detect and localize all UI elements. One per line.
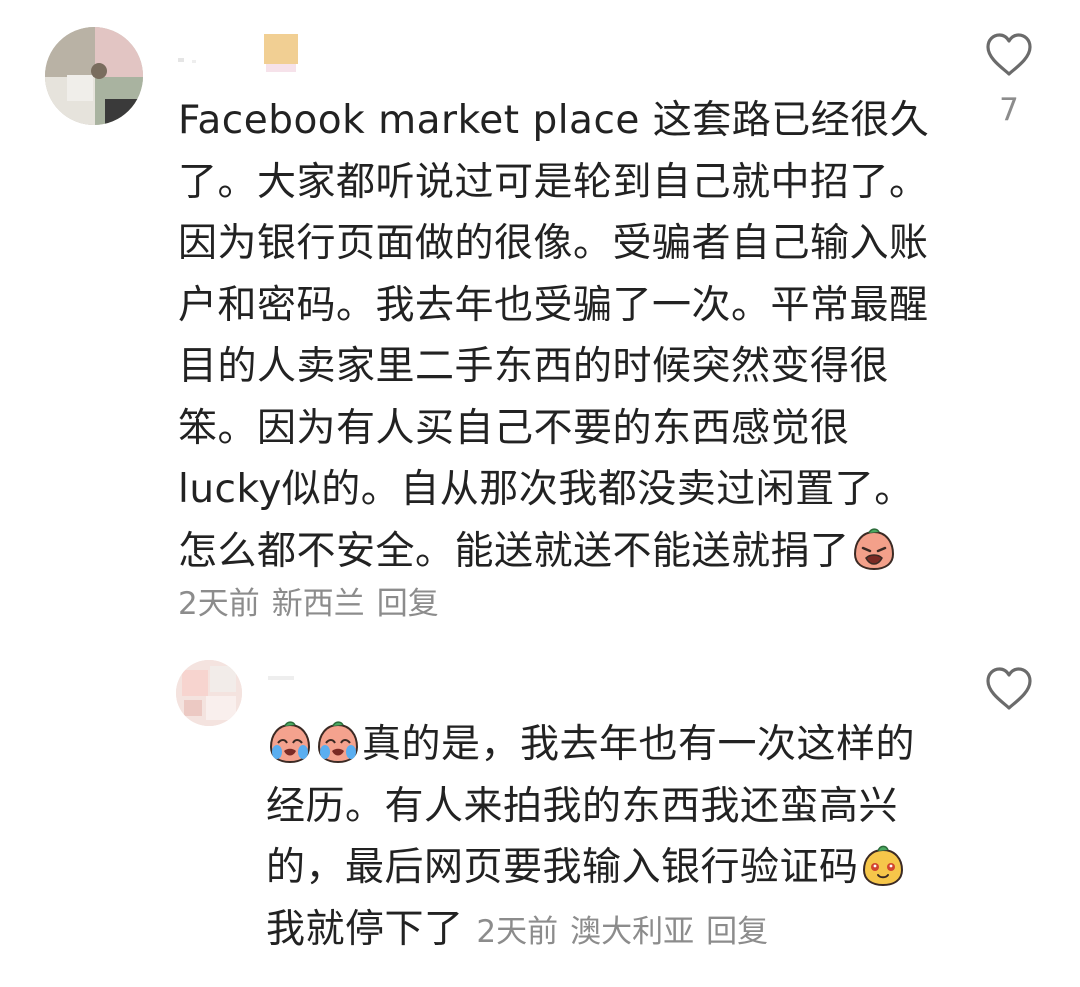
avatar[interactable] [45,27,143,125]
redacted-name-icon [268,676,294,680]
comment-line: 怎么都不安全。能送就送不能送就捐了 [178,528,850,574]
avatar-image [176,660,242,726]
comment-line: 因为银行页面做的很像。受骗者自己输入账 [178,221,929,266]
heart-outline-icon [986,667,1032,710]
like-button[interactable] [982,28,1036,82]
username-redacted[interactable] [178,32,318,74]
reply-comment: 真的是，我去年也有一次这样的 经历。有人来拍我的东西我还蛮高兴 的，最后网页要我… [0,640,1080,987]
like-button[interactable] [982,662,1036,716]
tearful-face-emoji [317,721,359,764]
reply-line: 我就停下了 [266,906,464,952]
crying-face-emoji [853,527,894,570]
tearful-face-emoji [269,721,311,764]
comment-line: 目的人卖家里二手东西的时候突然变得很 [178,344,890,389]
reply-time: 2天前 [476,913,559,950]
reply-line: 真的是，我去年也有一次这样的 [362,722,916,767]
comment-time: 2天前 [178,586,260,622]
like-count: 7 [999,92,1019,128]
reply-button[interactable]: 回复 [706,914,768,950]
reply-meta: 2天前 澳大利亚 回复 [476,914,768,950]
comment-line: 了。大家都听说过可是轮到自己就中招了。 [178,159,929,205]
comment-line: Facebook market place 这套路已经很久 [178,98,930,143]
reply-location: 澳大利亚 [570,913,695,950]
heart-outline-icon [986,33,1032,76]
reply-line: 的，最后网页要我输入银行验证码 [266,845,859,890]
comment-line: lucky似的。自从那次我都没卖过闲置了。 [178,467,914,512]
avatar-image [45,27,143,125]
reply-body: 真的是，我去年也有一次这样的 经历。有人来拍我的东西我还蛮高兴 的，最后网页要我… [266,714,926,963]
comment-meta: 2天前 新西兰 回复 [178,578,439,623]
reply-line: 经历。有人来拍我的东西我还蛮高兴 [266,783,899,829]
redacted-name-icon [178,34,298,72]
username-redacted[interactable] [266,670,326,700]
comment-location: 新西兰 [271,586,365,622]
comment: Facebook market place 这套路已经很久 了。大家都听说过可是… [0,0,1080,640]
comment-line: 户和密码。我去年也受骗了一次。平常最醒 [178,282,929,328]
comment-line: 笨。因为有人买自己不要的东西感觉很 [178,405,850,451]
comment-body: Facebook market place 这套路已经很久 了。大家都听说过可是… [178,90,938,582]
avatar[interactable] [176,660,242,726]
peeking-face-emoji [862,845,903,887]
reply-button[interactable]: 回复 [377,586,439,622]
